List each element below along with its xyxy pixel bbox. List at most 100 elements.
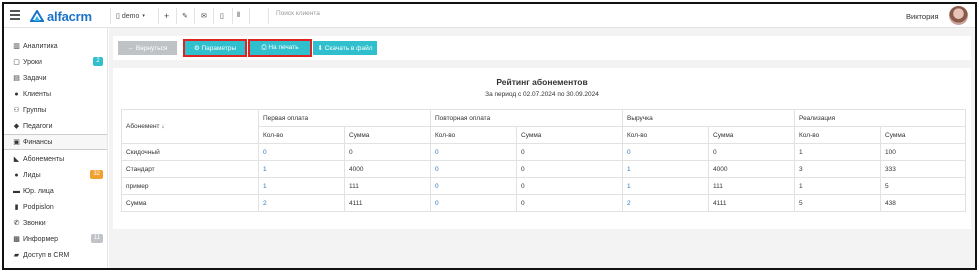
table-row: Стандарт 1 4000 0 0 1 4000 3 333 — [121, 160, 967, 178]
sidebar-item-legal-entities[interactable]: ▬ Юр. лица — [4, 183, 107, 199]
app-window: alfacrm ▯ demo ▾ + ✎ ✉ ▯ ⦀ Поиск клиента… — [2, 2, 977, 270]
print-button[interactable]: ⎙ На печать — [248, 39, 312, 57]
sidebar-item-informer[interactable]: ▩ Информер 11 — [4, 231, 107, 247]
sidebar-item-teachers[interactable]: ◆ Педагоги — [4, 118, 107, 134]
sidebar-item-label: Абонементы — [23, 155, 65, 163]
sidebar-item-groups[interactable]: ⚇ Группы — [4, 102, 107, 118]
phone-icon: ✆ — [13, 220, 20, 227]
caret-down-icon: ▾ — [142, 13, 145, 19]
divider — [268, 8, 269, 24]
column-header-count: Кол-во — [794, 126, 882, 144]
branch-selector[interactable]: ▯ demo ▾ — [116, 10, 145, 22]
column-header-count: Кол-во — [622, 126, 709, 144]
mail-icon[interactable]: ✉ — [201, 10, 207, 22]
row-name: Сумма — [121, 194, 259, 212]
main-content: ← Вернуться ⚙ Параметры ⎙ На печать ⬇ Ск… — [109, 28, 975, 268]
sidebar-item-leads[interactable]: ● Лиды 32 — [4, 167, 107, 183]
building-icon: ▬ — [13, 187, 20, 195]
user-name[interactable]: Виктория — [906, 12, 939, 21]
phone-icon[interactable]: ▯ — [220, 10, 224, 22]
sidebar-item-label: Podpislon — [23, 203, 54, 211]
parameters-button[interactable]: ⚙ Параметры — [183, 39, 247, 57]
count-link[interactable]: 2 — [258, 194, 345, 212]
subscription-rating-table: Абонемент ↓ Первая оплата Повторная опла… — [121, 109, 967, 212]
group-header-revenue: Выручка — [621, 109, 796, 127]
sidebar-item-label: Финансы — [23, 138, 53, 146]
logo-text: alfacrm — [47, 8, 92, 24]
count-link[interactable]: 0 — [430, 194, 517, 212]
sidebar-item-label: Лиды — [23, 171, 41, 179]
report-toolbar: ← Вернуться ⚙ Параметры ⎙ На печать ⬇ Ск… — [113, 36, 971, 60]
row-name: пример — [121, 177, 259, 195]
sidebar-item-label: Юр. лица — [23, 187, 54, 195]
calendar-icon: ▢ — [13, 59, 20, 66]
cell-value: 333 — [880, 160, 967, 178]
tag-icon: ◣ — [13, 156, 20, 163]
cell-value: 0 — [344, 143, 431, 161]
cell-value: 4000 — [707, 160, 796, 178]
column-header-count: Кол-во — [258, 126, 345, 144]
divider — [213, 8, 214, 24]
client-search-input[interactable]: Поиск клиента — [276, 10, 320, 17]
group-header-first-payment: Первая оплата — [258, 109, 431, 127]
plus-icon[interactable]: + — [164, 10, 169, 22]
column-header-subscription[interactable]: Абонемент ↓ — [121, 109, 259, 144]
sidebar-item-podpislon[interactable]: ▮ Podpislon — [4, 199, 107, 215]
cell-value: 5 — [794, 194, 882, 212]
sidebar-item-tasks[interactable]: ▤ Задачи — [4, 70, 107, 86]
sidebar-item-subscriptions[interactable]: ◣ Абонементы — [4, 151, 107, 167]
count-link[interactable]: 1 — [258, 160, 345, 178]
divider — [249, 8, 250, 24]
cell-value: 0 — [516, 177, 623, 195]
cell-value: 111 — [344, 177, 431, 195]
sidebar-item-label: Педагоги — [23, 122, 53, 130]
logo[interactable]: alfacrm — [30, 8, 92, 24]
count-link[interactable]: 0 — [430, 160, 517, 178]
count-link[interactable]: 1 — [622, 160, 709, 178]
sidebar-item-calls[interactable]: ✆ Звонки — [4, 215, 107, 231]
count-link[interactable]: 0 — [622, 143, 709, 161]
cell-value: 5 — [880, 177, 967, 195]
cell-value: 1 — [794, 177, 882, 195]
count-link[interactable]: 0 — [258, 143, 345, 161]
sidebar-item-label: Задачи — [23, 74, 47, 82]
menu-toggle-icon[interactable] — [10, 10, 20, 20]
barcode-icon[interactable]: ⦀ — [237, 10, 240, 22]
sidebar-item-analytics[interactable]: ▥ Аналитика — [4, 38, 107, 54]
sidebar-item-clients[interactable]: ● Клиенты — [4, 86, 107, 102]
tasks-icon: ▤ — [13, 75, 20, 82]
table-row-total: Сумма 2 4111 0 0 2 4111 5 438 — [121, 194, 967, 212]
cell-value: 0 — [516, 143, 623, 161]
avatar[interactable] — [949, 6, 968, 25]
count-link[interactable]: 1 — [622, 177, 709, 195]
sidebar-item-finance[interactable]: ▣ Финансы — [4, 134, 107, 150]
report-title: Рейтинг абонементов — [496, 77, 588, 87]
sidebar-item-crm-access[interactable]: ▰ Доступ в CRM — [4, 247, 107, 263]
informer-badge: 11 — [90, 234, 103, 243]
table-row: Скидочный 0 0 0 0 0 0 1 100 — [121, 143, 967, 161]
leads-badge: 32 — [90, 170, 103, 179]
row-name: Скидочный — [121, 143, 259, 161]
back-button[interactable]: ← Вернуться — [118, 41, 177, 55]
wrench-icon[interactable]: ✎ — [182, 10, 188, 22]
count-link[interactable]: 1 — [258, 177, 345, 195]
download-file-button[interactable]: ⬇ Скачать в файл — [313, 41, 377, 55]
cell-value: 0 — [707, 143, 796, 161]
count-link[interactable]: 0 — [430, 177, 517, 195]
cell-value: 100 — [880, 143, 967, 161]
cell-value: 4111 — [344, 194, 431, 212]
count-link[interactable]: 0 — [430, 143, 517, 161]
group-header-repeat-payment: Повторная оплата — [430, 109, 623, 127]
cell-value: 1 — [794, 143, 882, 161]
file-icon: ▮ — [14, 204, 19, 211]
divider — [194, 8, 195, 24]
sidebar-item-lessons[interactable]: ▢ Уроки 2 — [4, 54, 107, 70]
building-icon: ▯ — [116, 13, 120, 20]
count-link[interactable]: 2 — [622, 194, 709, 212]
column-header-count: Кол-во — [430, 126, 517, 144]
sidebar-item-label: Звонки — [23, 219, 46, 227]
graduation-icon: ◆ — [13, 123, 20, 130]
divider — [176, 8, 177, 24]
cell-value: 438 — [880, 194, 967, 212]
column-header-sum: Сумма — [880, 126, 967, 144]
